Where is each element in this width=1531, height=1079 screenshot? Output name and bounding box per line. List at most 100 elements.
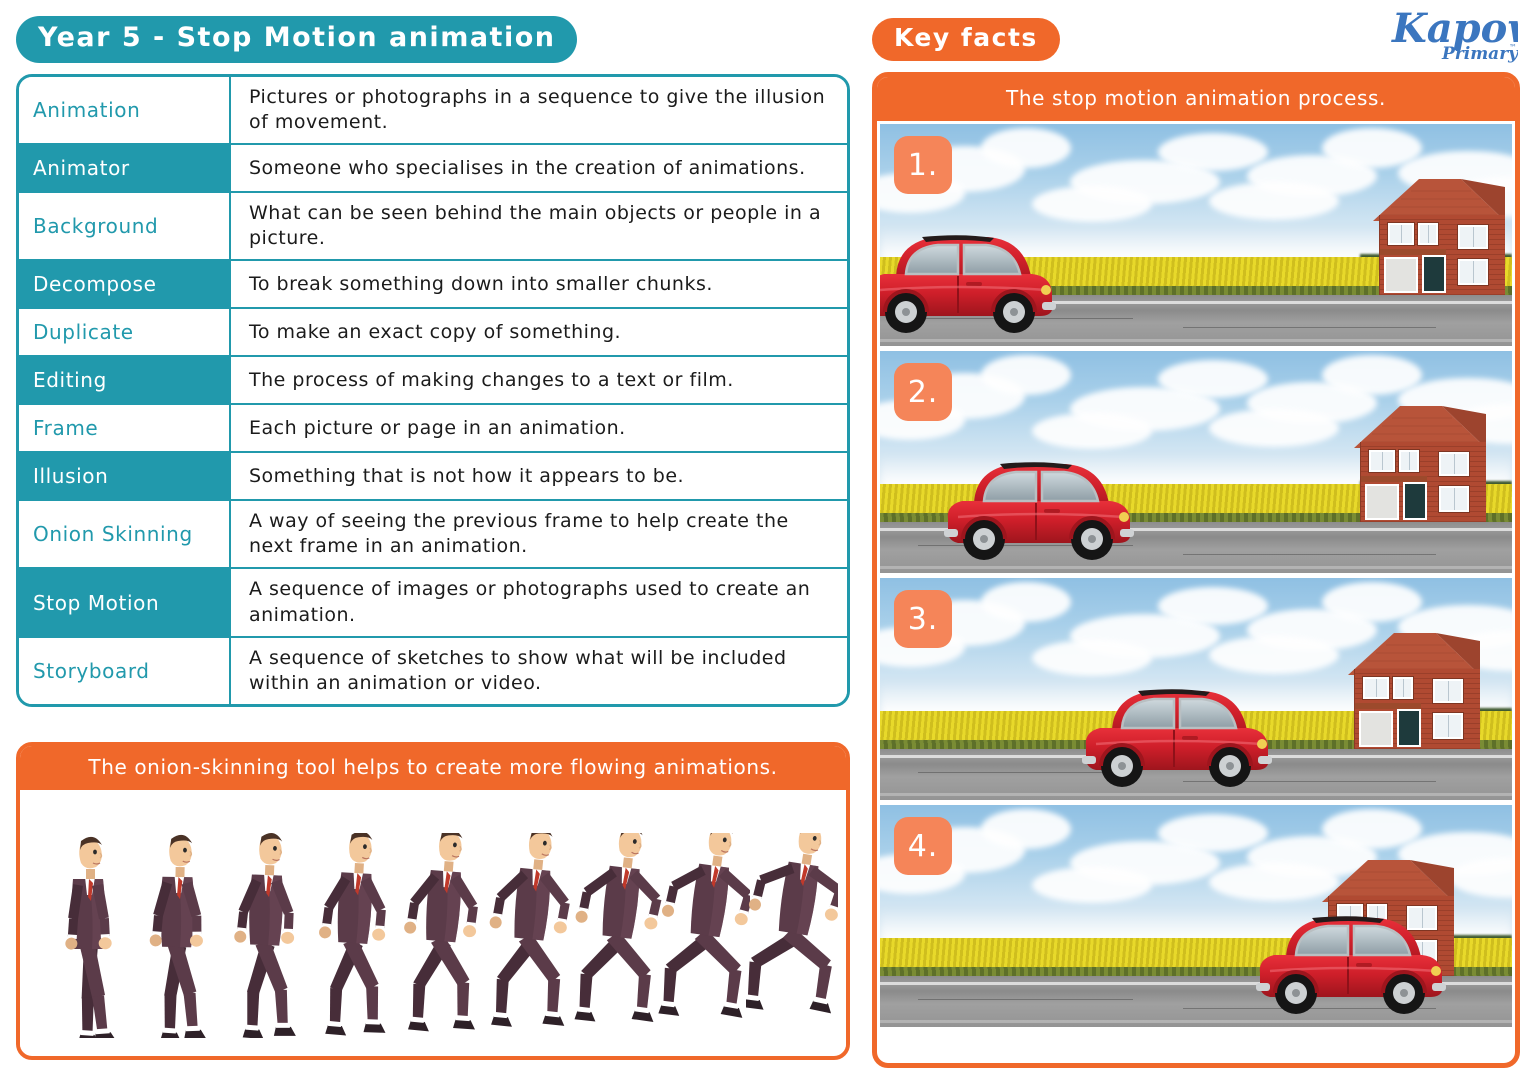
- house-roof: [1347, 631, 1480, 676]
- road-marking: [880, 1019, 1512, 1023]
- poster-root: Year 5 - Stop Motion animation Animation…: [0, 0, 1531, 1079]
- cloud: [1158, 359, 1269, 398]
- cloud: [1208, 181, 1339, 220]
- process-card-header: The stop motion animation process.: [877, 77, 1515, 121]
- house-window: [1387, 223, 1414, 246]
- onion-skinning-card: The onion-skinning tool helps to create …: [16, 742, 850, 1060]
- vocab-definition: To break something down into smaller chu…: [231, 261, 847, 308]
- walking-figure: [482, 833, 574, 1038]
- house: [1354, 404, 1486, 523]
- house-window: [1432, 679, 1463, 704]
- house-roof: [1372, 177, 1505, 222]
- frame-number-badge: 4.: [894, 817, 952, 875]
- house-window: [1432, 713, 1463, 740]
- road-crack: [917, 999, 1133, 1001]
- walking-figure: [658, 833, 750, 1038]
- table-row: Frame Each picture or page in an animatio…: [19, 405, 847, 454]
- onion-skinning-figures: [20, 790, 846, 1052]
- walking-figure: [218, 833, 310, 1038]
- right-column: Key facts Kapow Primary ™ The stop motio…: [866, 0, 1531, 1079]
- house-window: [1362, 677, 1389, 700]
- walking-figure: [570, 833, 662, 1038]
- house-body: [1360, 442, 1486, 523]
- vocab-term: Stop Motion: [19, 569, 231, 636]
- house-front-door: [1396, 709, 1421, 748]
- photo-scene: [880, 351, 1512, 573]
- house-front-door: [1403, 482, 1427, 521]
- house-window: [1457, 259, 1488, 286]
- red-car: [1252, 899, 1448, 1015]
- cloud: [1158, 586, 1269, 625]
- vocab-definition: Pictures or photographs in a sequence to…: [231, 77, 847, 144]
- cloud: [1031, 640, 1152, 677]
- vocab-term: Background: [19, 193, 231, 260]
- walking-figure: [306, 833, 398, 1038]
- vocab-definition: Someone who specialises in the creation …: [231, 145, 847, 192]
- cloud: [1208, 408, 1339, 447]
- frame-number-badge: 1.: [894, 136, 952, 194]
- house: [1347, 631, 1480, 750]
- house-roof: [1322, 858, 1455, 903]
- table-row: Background What can be seen behind the ma…: [19, 193, 847, 262]
- house-body: [1378, 215, 1505, 296]
- vocab-definition: A way of seeing the previous frame to he…: [231, 501, 847, 568]
- table-row: Decompose To break something down into sm…: [19, 261, 847, 310]
- cloud: [1031, 413, 1152, 450]
- table-row: Illusion Something that is not how it app…: [19, 453, 847, 502]
- vocab-term: Onion Skinning: [19, 501, 231, 568]
- vocab-term: Illusion: [19, 453, 231, 500]
- walking-figure: [130, 833, 222, 1038]
- red-car: [880, 218, 1058, 334]
- vocab-term: Frame: [19, 405, 231, 452]
- kapow-primary-logo: Kapow Primary ™: [1386, 2, 1531, 64]
- vocab-definition: The process of making changes to a text …: [231, 357, 847, 404]
- table-row: Animator Someone who specialises in the c…: [19, 145, 847, 194]
- cloud: [1031, 186, 1152, 223]
- vocab-definition: Something that is not how it appears to …: [231, 453, 847, 500]
- vocab-term: Editing: [19, 357, 231, 404]
- process-frame: 2.: [880, 351, 1512, 573]
- house-front-door: [1421, 255, 1446, 294]
- walking-figure: [394, 833, 486, 1038]
- house-window: [1392, 677, 1413, 700]
- house-window: [1399, 450, 1419, 473]
- cloud: [1158, 813, 1269, 852]
- house-window: [1457, 225, 1488, 250]
- vocab-term: Storyboard: [19, 637, 231, 704]
- house-window: [1439, 452, 1469, 477]
- vocab-definition: Each picture or page in an animation.: [231, 405, 847, 452]
- frame-number-badge: 3.: [894, 590, 952, 648]
- left-column: Year 5 - Stop Motion animation Animation…: [14, 0, 854, 1079]
- vocab-term: Animator: [19, 145, 231, 192]
- road-crack: [1183, 553, 1437, 555]
- cloud: [1208, 635, 1339, 674]
- onion-skinning-header: The onion-skinning tool helps to create …: [20, 746, 846, 790]
- road-crack: [1183, 326, 1437, 328]
- photo-scene: [880, 578, 1512, 800]
- frame-number-badge: 2.: [894, 363, 952, 421]
- vocab-definition: A sequence of images or photographs used…: [231, 569, 847, 636]
- cloud: [1208, 862, 1339, 901]
- road-marking: [880, 792, 1512, 796]
- table-row: Editing The process of making changes to …: [19, 357, 847, 406]
- vocab-term: Animation: [19, 77, 231, 144]
- cloud: [1031, 867, 1152, 904]
- walking-figure: [746, 833, 838, 1038]
- house-window: [1369, 450, 1395, 473]
- vocab-term: Duplicate: [19, 309, 231, 356]
- process-frame: 4.: [880, 805, 1512, 1027]
- photo-scene: [880, 124, 1512, 346]
- table-row: Animation Pictures or photographs in a se…: [19, 77, 847, 146]
- table-row: Duplicate To make an exact copy of someth…: [19, 309, 847, 358]
- house-garage-door: [1358, 711, 1393, 748]
- road-marking: [880, 338, 1512, 342]
- house: [1372, 177, 1505, 296]
- vocab-definition: To make an exact copy of something.: [231, 309, 847, 356]
- house-garage-door: [1383, 257, 1418, 294]
- process-frame: 1.: [880, 124, 1512, 346]
- table-row: Onion Skinning A way of seeing the previo…: [19, 501, 847, 570]
- key-facts-badge: Key facts: [872, 18, 1060, 61]
- logo-sub-text: Primary: [1441, 44, 1518, 64]
- vocabulary-table: Animation Pictures or photographs in a se…: [16, 74, 850, 707]
- table-row: Stop Motion A sequence of images or photo…: [19, 569, 847, 638]
